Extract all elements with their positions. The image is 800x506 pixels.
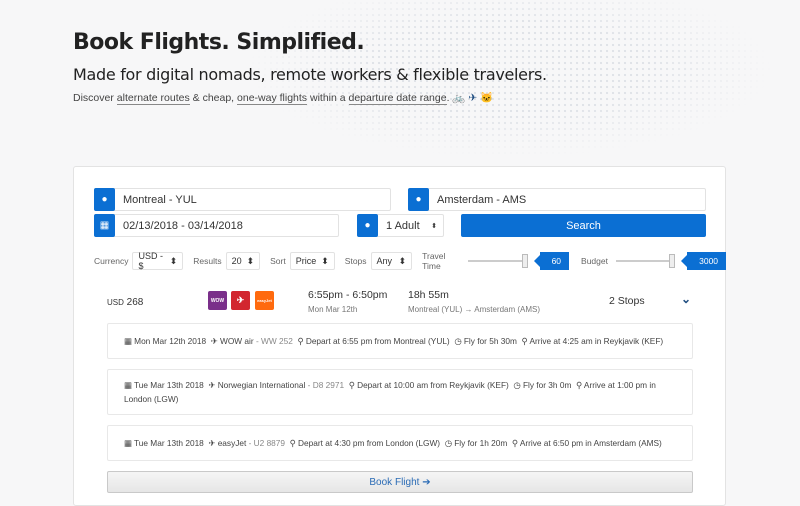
- origin-input[interactable]: ● Montreal - YUL: [94, 188, 391, 211]
- select-arrows-icon: ⬍: [246, 255, 255, 266]
- arrow-right-icon: ➔: [422, 476, 431, 488]
- origin-value: Montreal - YUL: [123, 193, 197, 206]
- stops-value: Any: [376, 256, 393, 266]
- select-arrows-icon: ⬍: [321, 255, 329, 266]
- travel-time-label: Travel Time: [422, 251, 446, 271]
- desc-text: within a: [307, 92, 349, 104]
- map-marker-icon: ●: [94, 188, 115, 211]
- budget-value: 3000: [681, 252, 727, 270]
- flight-leg: ▦ Tue Mar 13th 2018 ✈ Norwegian Internat…: [107, 369, 693, 415]
- user-icon: ●: [357, 214, 378, 237]
- flight-leg: ▦ Mon Mar 12th 2018 ✈ WOW air - WW 252 ⚲…: [107, 323, 693, 359]
- flight-duration: 18h 55m: [408, 289, 449, 301]
- stops-count: 2 Stops: [609, 295, 645, 307]
- flight-route: Montreal (YUL) → Amsterdam (AMS): [408, 305, 541, 314]
- leg-airline: easyJet: [217, 438, 247, 448]
- stops-label: Stops: [344, 256, 367, 266]
- book-flight-button[interactable]: Book Flight ➔: [107, 471, 693, 493]
- select-arrows-icon: ⬍: [169, 255, 178, 266]
- leg-date: Tue Mar 13th 2018: [134, 438, 204, 448]
- book-flight-label: Book Flight: [369, 476, 420, 488]
- leg-text: ▦ Mon Mar 12th 2018 ✈ WOW air - WW 252 ⚲…: [124, 336, 664, 346]
- travel-emoji-icons: 🚲 ✈ 🐱: [452, 92, 494, 104]
- leg-arrive: Arrive at 6:50 pm in Amsterdam (AMS): [519, 438, 662, 448]
- one-way-flights-link[interactable]: one-way flights: [237, 92, 308, 105]
- slider-handle[interactable]: [521, 254, 528, 268]
- leg-flight-number: - D8 2971: [305, 380, 345, 390]
- leg-arrive: Arrive at 4:25 am in Reykjavik (KEF): [529, 336, 664, 346]
- flight-times: 6:55pm - 6:50pm: [308, 289, 388, 301]
- travel-time-value: 60: [533, 252, 570, 270]
- leg-fly-time: Fly for 5h 30m: [463, 336, 517, 346]
- select-arrows-icon: ⬍: [431, 222, 437, 230]
- results-value: 20: [231, 256, 242, 266]
- wow-air-logo: WOW: [208, 291, 227, 310]
- filters-bar: Currency USD - $ ⬍ Results 20 ⬍ Sort Price…: [94, 251, 734, 271]
- passengers-select[interactable]: ● 1 Adult ⬍: [357, 214, 444, 237]
- calendar-icon: ▦: [94, 214, 115, 237]
- search-button[interactable]: Search: [461, 214, 706, 237]
- travel-time-slider[interactable]: [468, 254, 528, 268]
- leg-fly-time: Fly for 1h 20m: [454, 438, 508, 448]
- stops-select[interactable]: Any ⬍: [370, 252, 413, 270]
- leg-date: Mon Mar 12th 2018: [134, 336, 207, 346]
- leg-fly-time: Fly for 3h 0m: [522, 380, 572, 390]
- desc-text: Discover: [73, 92, 117, 104]
- slider-handle[interactable]: [669, 254, 676, 268]
- hero-description: Discover alternate routes & cheap, one-w…: [73, 91, 547, 105]
- date-range-link[interactable]: departure date range: [348, 92, 447, 105]
- price-value: 268: [126, 297, 144, 308]
- alternate-routes-link[interactable]: alternate routes: [116, 92, 190, 105]
- leg-flight-number: - U2 8879: [246, 438, 286, 448]
- passengers-value: 1 Adult: [386, 219, 420, 232]
- leg-depart: Depart at 4:30 pm from London (LGW): [298, 438, 441, 448]
- desc-text: & cheap,: [189, 92, 238, 104]
- sort-label: Sort: [270, 256, 286, 266]
- search-card: ● Montreal - YUL ● Amsterdam - AMS ▦ 02/13/…: [73, 166, 727, 506]
- date-range-input[interactable]: ▦ 02/13/2018 - 03/14/2018: [94, 214, 339, 237]
- leg-flight-number: - WW 252: [253, 336, 293, 346]
- budget-label: Budget: [581, 256, 608, 266]
- leg-text: ▦ Tue Mar 13th 2018 ✈ easyJet - U2 8879 …: [124, 438, 662, 448]
- currency-select[interactable]: USD - $ ⬍: [132, 251, 184, 271]
- chevron-down-icon[interactable]: ⌄: [681, 292, 691, 306]
- budget-slider[interactable]: [615, 254, 676, 268]
- leg-depart: Depart at 6:55 pm from Montreal (YUL): [305, 336, 450, 346]
- leg-text: ▦ Tue Mar 13th 2018 ✈ Norwegian Internat…: [124, 380, 656, 404]
- page-title: Book Flights. Simplified.: [73, 30, 365, 55]
- select-arrows-icon: ⬍: [398, 255, 407, 266]
- leg-airline: Norwegian International: [217, 380, 306, 390]
- sort-select[interactable]: Price ⬍: [289, 252, 335, 270]
- leg-date: Tue Mar 13th 2018: [134, 380, 204, 390]
- leg-depart: Depart at 10:00 am from Reykjavik (KEF): [357, 380, 509, 390]
- map-marker-icon: ●: [408, 188, 429, 211]
- date-range-value: 02/13/2018 - 03/14/2018: [123, 219, 243, 232]
- results-label: Results: [193, 256, 222, 266]
- page-subtitle: Made for digital nomads, remote workers …: [73, 65, 547, 84]
- easyjet-logo: easyJet: [255, 291, 274, 310]
- currency-value: USD - $: [138, 251, 163, 271]
- flight-date: Mon Mar 12th: [308, 305, 358, 314]
- results-select[interactable]: 20 ⬍: [225, 252, 261, 270]
- flight-result[interactable]: USD 268 WOW ✈ easyJet 6:55pm - 6:50pm Mo…: [74, 285, 725, 320]
- hero: Book Flights. Simplified. Made for digit…: [73, 30, 547, 105]
- destination-input[interactable]: ● Amsterdam - AMS: [408, 188, 706, 211]
- leg-airline: WOW air: [219, 336, 254, 346]
- norwegian-logo: ✈: [231, 291, 250, 310]
- destination-value: Amsterdam - AMS: [437, 193, 527, 206]
- desc-text: .: [446, 92, 450, 104]
- sort-value: Price: [295, 256, 317, 266]
- flight-leg: ▦ Tue Mar 13th 2018 ✈ easyJet - U2 8879 …: [107, 425, 693, 461]
- price: USD 268: [107, 297, 143, 308]
- price-currency: USD: [107, 298, 124, 307]
- currency-label: Currency: [94, 256, 129, 266]
